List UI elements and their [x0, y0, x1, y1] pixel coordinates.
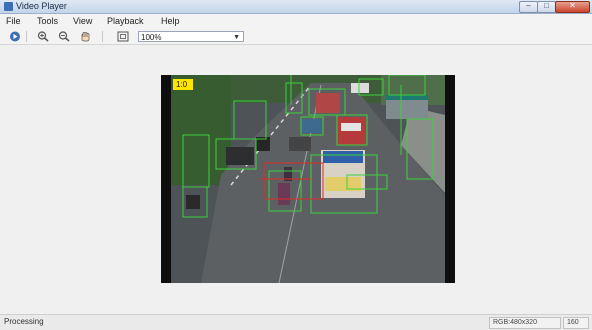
video-format: RGB:480x320 — [489, 317, 561, 329]
title-bar: Video Player – □ ✕ — [0, 0, 592, 14]
pan-button[interactable] — [79, 31, 91, 42]
toolbar-separator — [102, 31, 103, 42]
video-image: 1:0 — [161, 75, 455, 283]
fit-to-window-icon — [117, 31, 129, 42]
zoom-out-button[interactable] — [58, 31, 70, 42]
close-icon: ✕ — [569, 1, 576, 10]
play-icon — [10, 31, 20, 42]
frame-label: 1:0 — [176, 80, 188, 89]
zoom-in-icon — [37, 31, 49, 42]
minimize-button[interactable]: – — [519, 1, 538, 13]
menu-tools[interactable]: Tools — [37, 16, 58, 26]
video-player-window: Video Player – □ ✕ File Tools View Playb… — [0, 0, 592, 330]
pan-icon — [81, 32, 90, 42]
toolbar-separator — [26, 31, 27, 42]
zoom-in-button[interactable] — [37, 31, 49, 42]
zoom-select[interactable]: 100% ▼ — [138, 31, 244, 42]
status-text: Processing — [4, 317, 44, 326]
fit-to-window-button[interactable] — [117, 31, 129, 42]
menu-playback[interactable]: Playback — [107, 16, 144, 26]
window-title: Video Player — [16, 1, 67, 11]
menu-file[interactable]: File — [6, 16, 21, 26]
toolbar: 100% ▼ — [0, 29, 592, 45]
frame-number: 160 — [563, 317, 589, 329]
close-button[interactable]: ✕ — [555, 1, 590, 13]
maximize-button[interactable]: □ — [537, 1, 556, 13]
play-button[interactable] — [9, 31, 21, 42]
menu-bar: File Tools View Playback Help — [0, 14, 592, 28]
video-display-area: 1:0 — [0, 45, 592, 314]
app-icon — [4, 2, 13, 11]
menu-view[interactable]: View — [73, 16, 92, 26]
video-frame[interactable]: 1:0 — [161, 75, 455, 283]
minimize-icon: – — [526, 1, 531, 10]
menu-help[interactable]: Help — [161, 16, 180, 26]
chevron-down-icon: ▼ — [233, 34, 240, 41]
maximize-icon: □ — [544, 1, 549, 10]
zoom-out-icon — [58, 31, 70, 42]
status-bar: Processing RGB:480x320 160 — [0, 314, 592, 330]
zoom-value: 100% — [141, 33, 162, 42]
